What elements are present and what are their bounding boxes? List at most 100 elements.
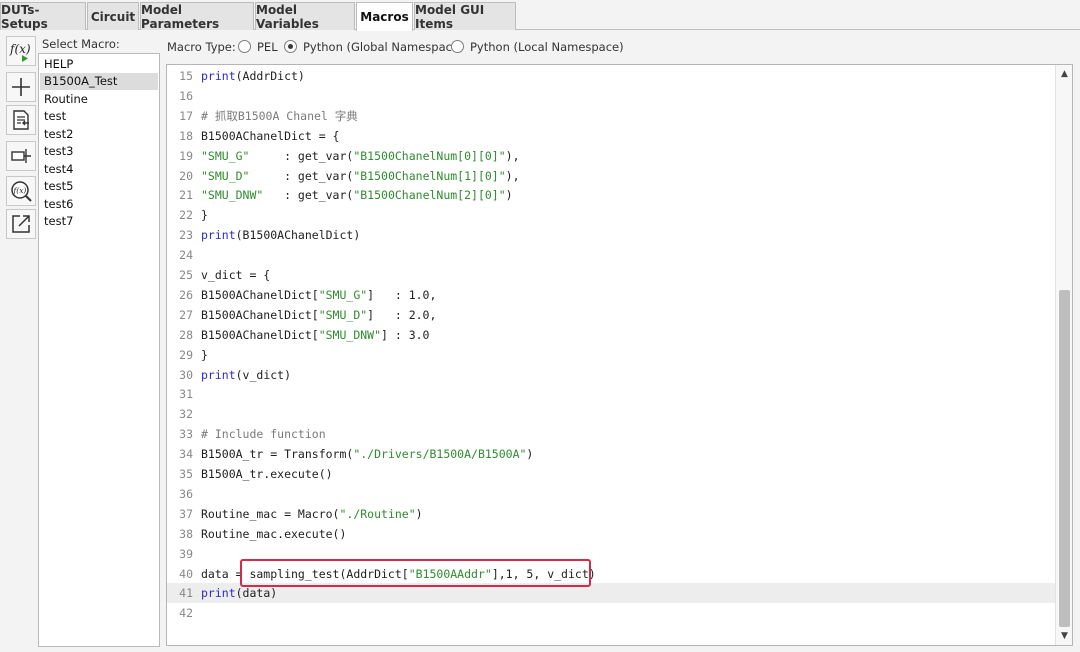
export-macro-button[interactable] [6, 209, 36, 239]
code-line-25[interactable]: 25 v_dict = { [167, 265, 1057, 285]
line-code: B1500A_tr.execute() [201, 467, 333, 481]
line-number: 31 [179, 387, 193, 402]
line-number: 15 [179, 69, 193, 83]
macro-item-test5[interactable]: test5 [40, 178, 158, 195]
scroll-down-icon[interactable]: ▼ [1059, 630, 1070, 642]
line-number: 37 [179, 506, 193, 521]
line-number: 20 [179, 168, 193, 183]
code-line-31[interactable]: 31 [167, 384, 1057, 404]
code-line-33[interactable]: 33 # Include function [167, 424, 1057, 444]
code-line-34[interactable]: 34 B1500A_tr = Transform("./Drivers/B1500… [167, 444, 1057, 464]
radio-python-global-label[interactable]: Python (Global Namespace) [303, 40, 464, 54]
run-function-button[interactable]: f(x) [6, 36, 36, 66]
code-line-16[interactable]: 16 [167, 86, 1057, 106]
code-line-35[interactable]: 35 B1500A_tr.execute() [167, 464, 1057, 484]
code-line-18[interactable]: 18 B1500AChanelDict = { [167, 126, 1057, 146]
code-line-19[interactable]: 19 "SMU_G" : get_var("B1500ChanelNum[0][0… [167, 146, 1057, 166]
code-line-17[interactable]: 17 # 抓取B1500A Chanel 字典 [167, 106, 1057, 126]
radio-python-global[interactable] [284, 40, 297, 53]
line-code: B1500AChanelDict["SMU_D"] : 2.0, [201, 307, 437, 322]
resize-icon [11, 149, 31, 163]
code-line-36[interactable]: 36 [167, 484, 1057, 504]
line-number: 23 [179, 228, 193, 243]
scrollbar-track[interactable] [1059, 83, 1070, 627]
code-line-38[interactable]: 38 Routine_mac.execute() [167, 524, 1057, 544]
line-number: 19 [179, 148, 193, 163]
macro-item-test7[interactable]: test7 [40, 213, 158, 230]
line-number: 33 [179, 427, 193, 442]
code-line-21[interactable]: 21 "SMU_DNW" : get_var("B1500ChanelNum[2]… [167, 185, 1057, 205]
code-line-28[interactable]: 28 B1500AChanelDict["SMU_DNW"] : 3.0 [167, 325, 1057, 345]
code-line-37[interactable]: 37 Routine_mac = Macro("./Routine") [167, 504, 1057, 524]
line-number: 27 [179, 307, 193, 322]
code-line-22[interactable]: 22} [167, 205, 1057, 225]
macro-item-test4[interactable]: test4 [40, 161, 158, 178]
line-code: Routine_mac.execute() [201, 526, 347, 541]
line-number: 28 [179, 327, 193, 342]
code-line-26[interactable]: 26 B1500AChanelDict["SMU_G"] : 1.0, [167, 285, 1057, 305]
line-number: 21 [179, 188, 193, 203]
radio-pel-label[interactable]: PEL [257, 40, 278, 54]
radio-pel[interactable] [238, 40, 251, 53]
macro-item-routine[interactable]: Routine [40, 91, 158, 108]
code-line-20[interactable]: 20 "SMU_D" : get_var("B1500ChanelNum[1][0… [167, 166, 1057, 186]
line-code: B1500AChanelDict = { [201, 128, 340, 143]
resize-button[interactable] [6, 141, 36, 171]
code-line-15[interactable]: 15 print(AddrDict) [167, 66, 1057, 86]
export-icon [12, 215, 30, 233]
line-code: # Include function [201, 427, 326, 442]
search-function-button[interactable]: f(x) [6, 176, 36, 206]
code-line-24[interactable]: 24 [167, 245, 1057, 265]
scrollbar-thumb[interactable] [1059, 290, 1070, 627]
vertical-scrollbar[interactable]: ▲ ▼ [1055, 65, 1072, 645]
add-macro-button[interactable] [6, 72, 36, 102]
line-code: print(v_dict) [201, 367, 292, 382]
line-number: 36 [179, 486, 193, 501]
code-line-32[interactable]: 32 [167, 404, 1057, 424]
add-icon [12, 78, 30, 96]
line-number: 22 [179, 208, 193, 223]
tab-bar: DUTs-Setups Circuit Model Parameters Mod… [0, 0, 1080, 31]
line-number: 32 [179, 407, 193, 422]
line-number: 18 [179, 128, 193, 143]
tab-model-parameters[interactable]: Model Parameters [140, 2, 254, 31]
line-number: 24 [179, 248, 193, 263]
macro-item-test[interactable]: test [40, 108, 158, 125]
line-code: B1500A_tr = Transform("./Drivers/B1500A/… [201, 447, 534, 462]
svg-text:f(x): f(x) [9, 42, 31, 56]
line-number: 26 [179, 287, 193, 302]
radio-python-local-label[interactable]: Python (Local Namespace) [470, 40, 624, 54]
macro-item-b1500a-test[interactable]: B1500A_Test [40, 73, 158, 90]
radio-python-local[interactable] [451, 40, 464, 53]
code-line-23[interactable]: 23 print(B1500AChanelDict) [167, 225, 1057, 245]
code-line-29[interactable]: 29} [167, 345, 1057, 365]
import-macro-button[interactable] [6, 105, 36, 135]
line-code: } [201, 208, 208, 223]
document-import-icon [13, 110, 29, 130]
line-code: } [201, 347, 208, 362]
macro-item-help[interactable]: HELP [40, 56, 158, 73]
line-number: 38 [179, 526, 193, 541]
scroll-up-icon[interactable]: ▲ [1059, 68, 1070, 80]
line-code: # 抓取B1500A Chanel 字典 [201, 108, 358, 123]
line-number: 25 [179, 268, 193, 282]
tab-macros[interactable]: Macros [356, 2, 413, 31]
macro-item-test2[interactable]: test2 [40, 126, 158, 143]
tab-model-variables[interactable]: Model Variables [255, 2, 355, 31]
line-number: 40 [179, 566, 193, 581]
tab-model-gui-items[interactable]: Model GUI Items [414, 2, 516, 31]
tab-circuit[interactable]: Circuit [87, 2, 139, 30]
code-line-27[interactable]: 27 B1500AChanelDict["SMU_D"] : 2.0, [167, 305, 1057, 325]
line-code: B1500AChanelDict["SMU_DNW"] : 3.0 [201, 327, 430, 342]
line-number: 39 [179, 546, 193, 561]
tab-duts-setups[interactable]: DUTs-Setups [0, 2, 86, 31]
line-number: 29 [179, 347, 193, 362]
select-macro-label: Select Macro: [42, 37, 120, 51]
macro-item-test3[interactable]: test3 [40, 143, 158, 160]
macro-list[interactable]: HELP B1500A_Test Routine test test2 test… [38, 53, 160, 647]
code-editor[interactable]: 15 print(AddrDict) 16 17 # 抓取B1500A Chanel 字… [166, 64, 1073, 646]
code-line-30[interactable]: 30 print(v_dict) [167, 365, 1057, 385]
code-line-42[interactable]: 42 [167, 603, 1057, 623]
macro-item-test6[interactable]: test6 [40, 196, 158, 213]
function-run-icon: f(x) [9, 42, 31, 62]
